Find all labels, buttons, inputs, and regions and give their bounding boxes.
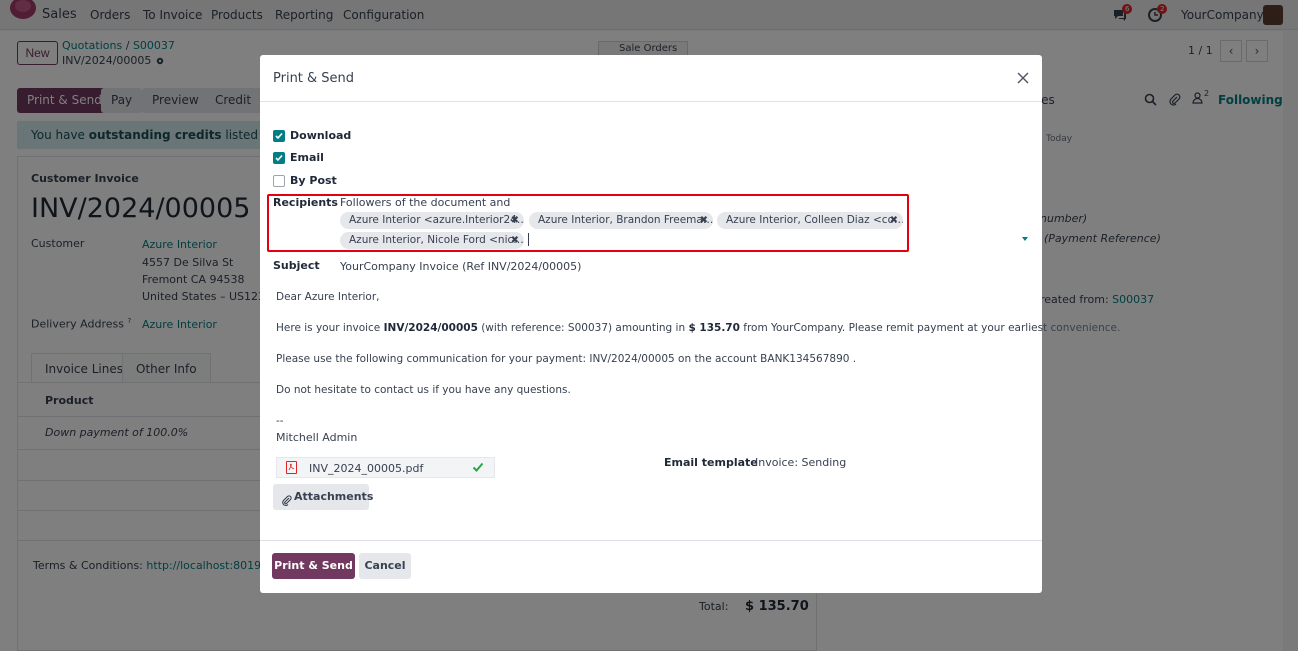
recipients-highlight-box [267, 194, 909, 252]
cancel-button[interactable]: Cancel [359, 553, 411, 579]
download-label[interactable]: Download [290, 129, 351, 142]
email-label[interactable]: Email [290, 151, 324, 164]
print-send-button[interactable]: Print & Send [272, 553, 355, 579]
body-text: (with reference: S00037) amounting in [477, 322, 689, 334]
body-greeting: Dear Azure Interior, [276, 291, 380, 303]
attachment-filename: INV_2024_00005.pdf [309, 462, 424, 475]
body-signature: Mitchell Admin [276, 431, 358, 444]
email-checkbox[interactable] [273, 152, 285, 164]
email-template-label: Email template [664, 456, 758, 469]
check-icon [472, 461, 484, 476]
by-post-checkbox[interactable] [273, 175, 285, 187]
email-template-field[interactable]: Invoice: Sending [755, 456, 846, 469]
subject-label: Subject [273, 259, 320, 272]
body-contact-line: Do not hesitate to contact us if you hav… [276, 384, 571, 396]
body-signature-separator: -- [276, 415, 284, 427]
body-invoice-number: INV/2024/00005 [383, 322, 478, 334]
body-amount: $ 135.70 [688, 322, 740, 334]
recipients-dropdown-icon[interactable] [1022, 237, 1028, 241]
body-text: Here is your invoice [276, 322, 384, 334]
close-icon[interactable] [1013, 67, 1033, 89]
attachment-card[interactable]: INV_2024_00005.pdf [276, 457, 495, 478]
body-payment-line: Please use the following communication f… [276, 353, 857, 365]
dialog-title: Print & Send [273, 71, 355, 86]
body-text: from YourCompany. Please remit payment a… [739, 322, 1121, 334]
pdf-file-icon [286, 461, 297, 474]
dialog-footer-divider [260, 540, 1042, 541]
print-send-dialog: Print & Send Download Email By Post Reci… [260, 55, 1120, 593]
attachments-button-label: Attachments [294, 490, 374, 503]
download-checkbox[interactable] [273, 130, 285, 142]
body-invoice-line: Here is your invoice INV/2024/00005 (wit… [276, 322, 1120, 334]
paperclip-icon [281, 491, 292, 517]
subject-input[interactable]: YourCompany Invoice (Ref INV/2024/00005) [340, 260, 581, 273]
attachments-button[interactable]: Attachments [273, 484, 373, 510]
by-post-label[interactable]: By Post [290, 174, 337, 187]
dialog-header: Print & Send [260, 55, 1042, 102]
